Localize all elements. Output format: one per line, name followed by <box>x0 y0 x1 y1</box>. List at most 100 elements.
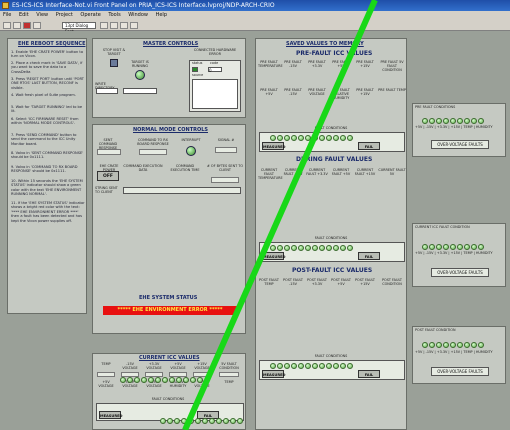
post-label-1: POST FAULT TEMP <box>259 278 279 286</box>
status-led <box>291 135 297 141</box>
prefault-title: PRE-FAULT ICC VALUES <box>296 50 373 57</box>
run-arrow-icon[interactable] <box>3 22 11 29</box>
status-led <box>202 418 208 424</box>
dur-measured-button[interactable]: MEASURED <box>262 252 286 260</box>
error-cluster: status code 0 source <box>189 60 241 112</box>
cur-label-2: -15V VOLTAGE <box>122 362 138 370</box>
resize-icon[interactable] <box>120 22 128 29</box>
reboot-step-1: 1. Enable 'EHE CRATE POWER' button to tu… <box>11 50 84 59</box>
reboot-sequence-panel: EHE REBOOT SEQUENCE 1. Enable 'EHE CRATE… <box>7 38 87 314</box>
status-led <box>312 135 318 141</box>
status-led <box>436 118 442 124</box>
menu-tools[interactable]: Tools <box>108 12 120 18</box>
status-led <box>319 135 325 141</box>
status-led <box>190 377 196 383</box>
conn-error-title: CONNECTED HARDWARE ERROR <box>193 48 237 56</box>
status-led <box>305 245 311 251</box>
status-led <box>471 342 477 348</box>
post-label-5: POST FAULT +15V <box>355 278 375 286</box>
cur-label-3: +3.3V VOLTAGE <box>146 362 162 370</box>
menu-file[interactable]: File <box>3 12 11 18</box>
post-over-voltage: OVER-VOLTAGE FAULTS <box>431 367 489 376</box>
reboot-step-7: 7. Press 'SEND COMMAND' button to send t… <box>11 133 77 146</box>
pre2-label-5: PRE FAULT +15V <box>356 88 374 96</box>
labview-app-icon <box>2 2 9 9</box>
menu-project[interactable]: Project <box>56 12 73 18</box>
bottom-led-row <box>160 418 243 426</box>
reorder-icon[interactable] <box>130 22 138 29</box>
status-led <box>429 118 435 124</box>
status-led <box>457 342 463 348</box>
reboot-step-10: 10. Within 15 seconds the 'EHE SYSTEM ST… <box>11 179 83 197</box>
menu-window[interactable]: Window <box>128 12 148 18</box>
target-running-label: TARGET IS RUNNING <box>131 60 149 68</box>
status-led <box>436 342 442 348</box>
directory-path[interactable] <box>123 88 157 94</box>
status-led <box>319 363 325 369</box>
status-led <box>277 245 283 251</box>
menu-view[interactable]: View <box>36 12 48 18</box>
status-led <box>457 118 463 124</box>
menu-help[interactable]: Help <box>156 12 167 18</box>
sent-cmd-value <box>97 149 121 155</box>
run-continuous-icon[interactable] <box>13 22 21 29</box>
status-led <box>340 135 346 141</box>
abort-icon[interactable] <box>23 22 31 29</box>
align-icon[interactable] <box>100 22 108 29</box>
post-cond-title: POST FAULT CONDITION <box>415 328 456 332</box>
pre-label-2: PRE FAULT -15V <box>284 60 302 68</box>
crate-power-switch[interactable]: OFF <box>97 171 119 181</box>
status-led <box>443 342 449 348</box>
current-title: CURRENT ICC VALUES <box>139 355 200 361</box>
reboot-step-9: 9. Volvo in 'COMMAND TO RX BOARD RESPONS… <box>11 165 78 174</box>
front-panel: EHE REBOOT SEQUENCE 1. Enable 'EHE CRATE… <box>0 31 510 430</box>
dur-label-3: CURRENT FAULT +3.3V <box>306 168 328 176</box>
status-led <box>291 245 297 251</box>
master-controls-panel: MASTER CONTROLS STOP VISIT & TARGET TARG… <box>92 38 246 118</box>
signal-value <box>215 147 237 153</box>
font-select[interactable]: 13pt Dialog Font <box>62 22 96 34</box>
cur-label-1: TEMP <box>101 362 111 366</box>
post-label-3: POST FAULT +3.3V <box>307 278 327 286</box>
during-title: DURING FAULT VALUES <box>296 156 373 163</box>
status-led <box>347 245 353 251</box>
dur-label-1: CURRENT FAULT TEMPERATURE <box>258 168 283 180</box>
pre-label-4: PRE FAULT +5V <box>332 60 350 68</box>
status-led <box>471 244 477 250</box>
pause-icon[interactable] <box>33 22 41 29</box>
dur-fail-indicator: FAIL <box>358 252 380 260</box>
source-label: source <box>192 73 204 77</box>
status-led <box>223 418 229 424</box>
pre-label-6: PRE FAULT 5V FAULT CONDITION <box>380 60 404 72</box>
status-led <box>148 377 154 383</box>
pre-label-5: PRE FAULT +15V <box>356 60 374 68</box>
status-led <box>305 135 311 141</box>
status-led <box>450 342 456 348</box>
status-led <box>174 418 180 424</box>
menu-edit[interactable]: Edit <box>19 12 29 18</box>
distribute-icon[interactable] <box>110 22 118 29</box>
menu-operate[interactable]: Operate <box>80 12 100 18</box>
cur2-label-6: TEMP <box>224 380 234 384</box>
status-led <box>176 377 182 383</box>
cur-measured-button[interactable]: MEASURED <box>99 411 123 419</box>
status-led <box>277 363 283 369</box>
toolbar: 13pt Dialog Font <box>0 20 510 34</box>
current-led-row <box>120 377 203 385</box>
directory-input[interactable] <box>96 88 118 94</box>
status-led <box>277 135 283 141</box>
stop-button[interactable] <box>110 59 118 67</box>
post-measured-button[interactable]: MEASURED <box>262 370 286 378</box>
interrupt-label: INTERRUPT <box>181 138 201 142</box>
status-indicator <box>192 67 198 72</box>
status-led <box>270 363 276 369</box>
pre-fail-indicator: FAIL <box>358 142 380 150</box>
status-led <box>141 377 147 383</box>
string-sent-label: STRING SENT TO CLIENT <box>95 186 118 194</box>
saved-values-panel: SAVED VALUES TO MEMORY PRE-FAULT ICC VAL… <box>255 38 407 430</box>
status-led <box>422 118 428 124</box>
status-led <box>326 135 332 141</box>
current-cond-panel: CURRENT ICC FAULT CONDITION +5V | -15V |… <box>412 223 506 287</box>
pre-measured-button[interactable]: MEASURED <box>262 142 286 150</box>
status-led <box>216 418 222 424</box>
